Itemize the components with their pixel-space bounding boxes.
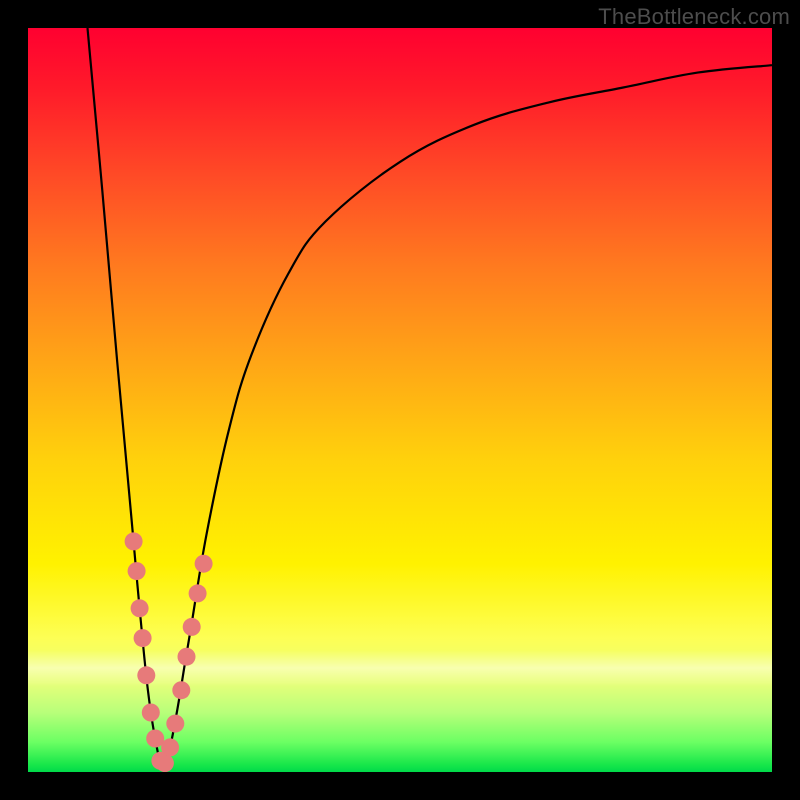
watermark-text: TheBottleneck.com [598,4,790,30]
pale-band [28,650,772,686]
plot-area [28,28,772,772]
outer-frame: TheBottleneck.com [0,0,800,800]
